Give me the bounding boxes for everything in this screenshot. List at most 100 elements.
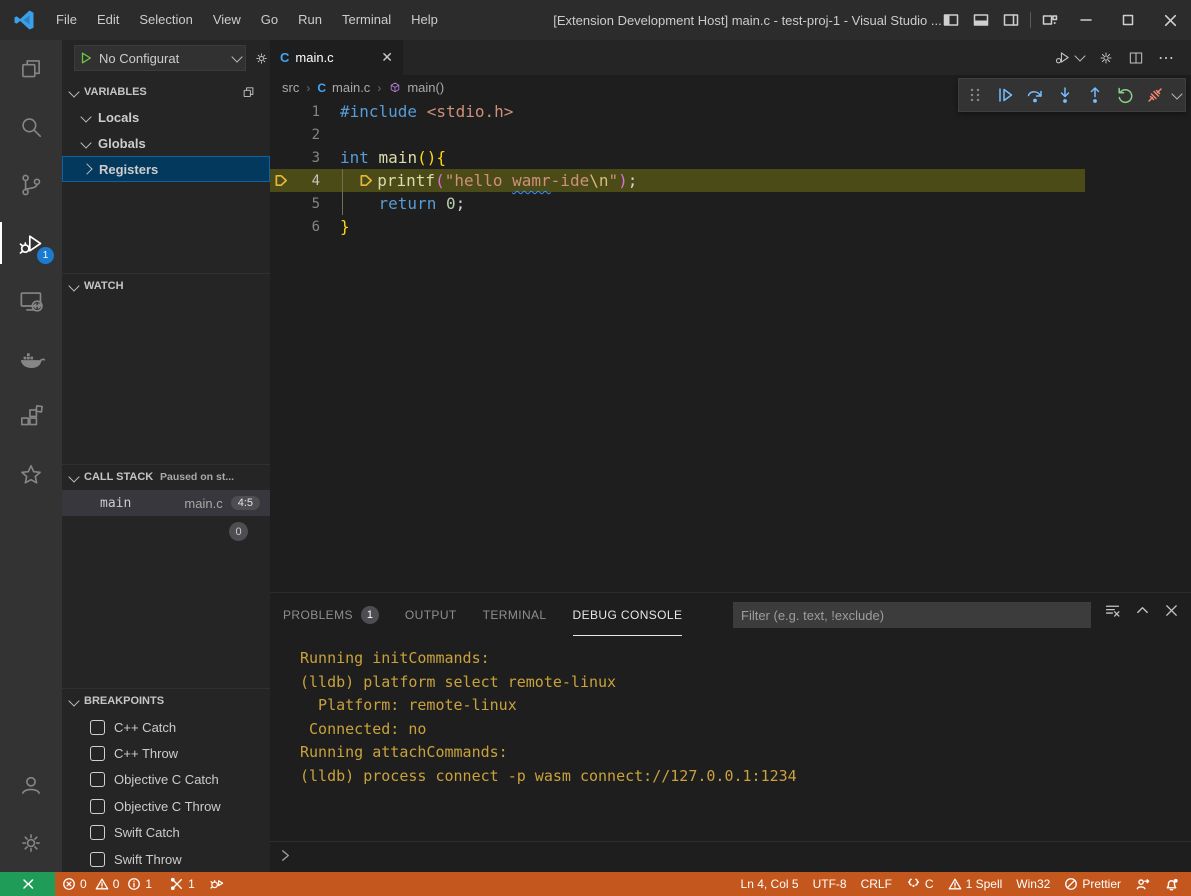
breakpoint-gutter[interactable] bbox=[270, 192, 292, 215]
spell-checker-status[interactable]: 1 Spell bbox=[941, 872, 1010, 896]
menu-terminal[interactable]: Terminal bbox=[332, 0, 401, 40]
menu-help[interactable]: Help bbox=[401, 0, 448, 40]
split-editor-icon[interactable] bbox=[1128, 50, 1144, 66]
breakpoint-gutter[interactable] bbox=[270, 100, 292, 123]
panel-tab-terminal[interactable]: TERMINAL bbox=[483, 594, 547, 636]
code-line-6[interactable]: 6} bbox=[270, 215, 1085, 238]
breakpoint-checkbox[interactable] bbox=[90, 852, 105, 867]
breakpoint-gutter[interactable] bbox=[270, 146, 292, 169]
menu-run[interactable]: Run bbox=[288, 0, 332, 40]
breakpoint-gutter[interactable] bbox=[270, 123, 292, 146]
eol-sequence[interactable]: CRLF bbox=[854, 872, 899, 896]
maximize-panel-icon[interactable] bbox=[1135, 603, 1150, 618]
code-line-5[interactable]: 5 return 0; bbox=[270, 192, 1085, 215]
toggle-sidebar-icon[interactable] bbox=[936, 0, 966, 40]
breakpoint-gutter[interactable] bbox=[270, 215, 292, 238]
breakpoint-row[interactable]: C++ Throw bbox=[62, 740, 270, 766]
breakpoint-row[interactable]: Swift Throw bbox=[62, 846, 270, 872]
run-or-debug-button[interactable] bbox=[1054, 49, 1084, 66]
account-icon[interactable] bbox=[0, 756, 62, 814]
menu-go[interactable]: Go bbox=[251, 0, 288, 40]
breakpoint-row[interactable]: C++ Catch bbox=[62, 714, 270, 740]
docker-icon[interactable] bbox=[0, 330, 62, 388]
start-debug-icon[interactable] bbox=[79, 51, 93, 65]
platform-status[interactable]: Win32 bbox=[1009, 872, 1057, 896]
extensions-icon[interactable] bbox=[0, 388, 62, 446]
breakpoint-checkbox[interactable] bbox=[90, 746, 105, 761]
variables-item-globals[interactable]: Globals bbox=[62, 130, 270, 156]
breadcrumb-src[interactable]: src bbox=[282, 80, 299, 95]
tab-main-c[interactable]: C main.c ✕ bbox=[270, 40, 403, 75]
disconnect-button[interactable] bbox=[1143, 83, 1167, 107]
debug-configuration-dropdown[interactable]: No Configurat bbox=[74, 45, 246, 71]
toolbar-drag-grip[interactable] bbox=[963, 83, 987, 107]
code-line-4[interactable]: 4 printf("hello wamr-ide\n"); bbox=[270, 169, 1085, 192]
restart-button[interactable] bbox=[1113, 83, 1137, 107]
debug-status[interactable] bbox=[202, 872, 232, 896]
variables-item-locals[interactable]: Locals bbox=[62, 104, 270, 130]
breakpoint-checkbox[interactable] bbox=[90, 720, 105, 735]
code-line-3[interactable]: 3int main(){ bbox=[270, 146, 1085, 169]
more-actions-icon[interactable]: ⋯ bbox=[1158, 48, 1175, 68]
breadcrumb-file[interactable]: main.c bbox=[332, 80, 370, 95]
breakpoint-checkbox[interactable] bbox=[90, 799, 105, 814]
copy-icon[interactable] bbox=[241, 85, 256, 100]
breakpoint-row[interactable]: Objective C Throw bbox=[62, 793, 270, 819]
settings-gear-icon[interactable] bbox=[0, 814, 62, 872]
minimize-button[interactable] bbox=[1065, 0, 1107, 40]
encoding[interactable]: UTF-8 bbox=[806, 872, 854, 896]
console-filter-input[interactable] bbox=[733, 602, 1091, 628]
close-button[interactable] bbox=[1149, 0, 1191, 40]
star-icon[interactable] bbox=[0, 446, 62, 504]
explorer-icon[interactable] bbox=[0, 40, 62, 98]
customize-layout-icon[interactable] bbox=[1035, 0, 1065, 40]
variables-section-header[interactable]: VARIABLES bbox=[62, 80, 270, 104]
panel-tab-problems[interactable]: PROBLEMS1 bbox=[283, 594, 379, 636]
breakpoint-checkbox[interactable] bbox=[90, 825, 105, 840]
remote-indicator[interactable] bbox=[0, 872, 55, 896]
maximize-button[interactable] bbox=[1107, 0, 1149, 40]
panel-tab-output[interactable]: OUTPUT bbox=[405, 594, 457, 636]
breakpoint-row[interactable]: Swift Catch bbox=[62, 820, 270, 846]
toggle-panel-icon[interactable] bbox=[966, 0, 996, 40]
watch-section-header[interactable]: WATCH bbox=[62, 273, 270, 298]
inline-breakpoint-icon[interactable] bbox=[359, 173, 374, 188]
step-into-button[interactable] bbox=[1053, 83, 1077, 107]
run-and-debug-icon[interactable]: 1 bbox=[0, 214, 62, 272]
feedback-status[interactable] bbox=[1128, 872, 1157, 896]
chevron-down-icon[interactable] bbox=[1171, 88, 1182, 99]
code-line-2[interactable]: 2 bbox=[270, 123, 1085, 146]
continue-button[interactable] bbox=[993, 83, 1017, 107]
panel-tab-debug-console[interactable]: DEBUG CONSOLE bbox=[573, 594, 683, 636]
variables-item-registers[interactable]: Registers bbox=[62, 156, 270, 182]
breakpoint-row[interactable]: Objective C Catch bbox=[62, 767, 270, 793]
menu-selection[interactable]: Selection bbox=[129, 0, 202, 40]
launch-gear-icon[interactable] bbox=[254, 51, 269, 66]
tools-status[interactable]: 1 bbox=[163, 872, 202, 896]
search-icon[interactable] bbox=[0, 98, 62, 156]
console-input-row[interactable] bbox=[270, 841, 1191, 868]
current-frame-arrow-icon[interactable] bbox=[270, 169, 292, 192]
formatter-status[interactable]: Prettier bbox=[1057, 872, 1128, 896]
editor-settings-gear-icon[interactable] bbox=[1098, 50, 1114, 66]
cursor-position[interactable]: Ln 4, Col 5 bbox=[734, 872, 806, 896]
debug-console-output[interactable]: Running initCommands:(lldb) platform sel… bbox=[270, 641, 1191, 788]
remote-explorer-icon[interactable] bbox=[0, 272, 62, 330]
menu-view[interactable]: View bbox=[203, 0, 251, 40]
toggle-secondary-sidebar-icon[interactable] bbox=[996, 0, 1026, 40]
clear-console-icon[interactable] bbox=[1104, 602, 1121, 619]
step-out-button[interactable] bbox=[1083, 83, 1107, 107]
breadcrumb-symbol[interactable]: main() bbox=[407, 80, 444, 95]
call-stack-frame[interactable]: main main.c 4:5 bbox=[62, 490, 270, 516]
problems-status[interactable]: 0 0 1 bbox=[55, 872, 163, 896]
menu-edit[interactable]: Edit bbox=[87, 0, 129, 40]
source-control-icon[interactable] bbox=[0, 156, 62, 214]
code-area[interactable]: 1#include <stdio.h>23int main(){4 printf… bbox=[270, 100, 1191, 592]
close-tab-icon[interactable]: ✕ bbox=[381, 49, 393, 66]
close-panel-icon[interactable] bbox=[1164, 603, 1179, 618]
menu-file[interactable]: File bbox=[46, 0, 87, 40]
step-over-button[interactable] bbox=[1023, 83, 1047, 107]
breakpoint-checkbox[interactable] bbox=[90, 772, 105, 787]
call-stack-section-header[interactable]: CALL STACK Paused on st... bbox=[62, 464, 270, 489]
notifications-bell[interactable] bbox=[1157, 872, 1191, 896]
